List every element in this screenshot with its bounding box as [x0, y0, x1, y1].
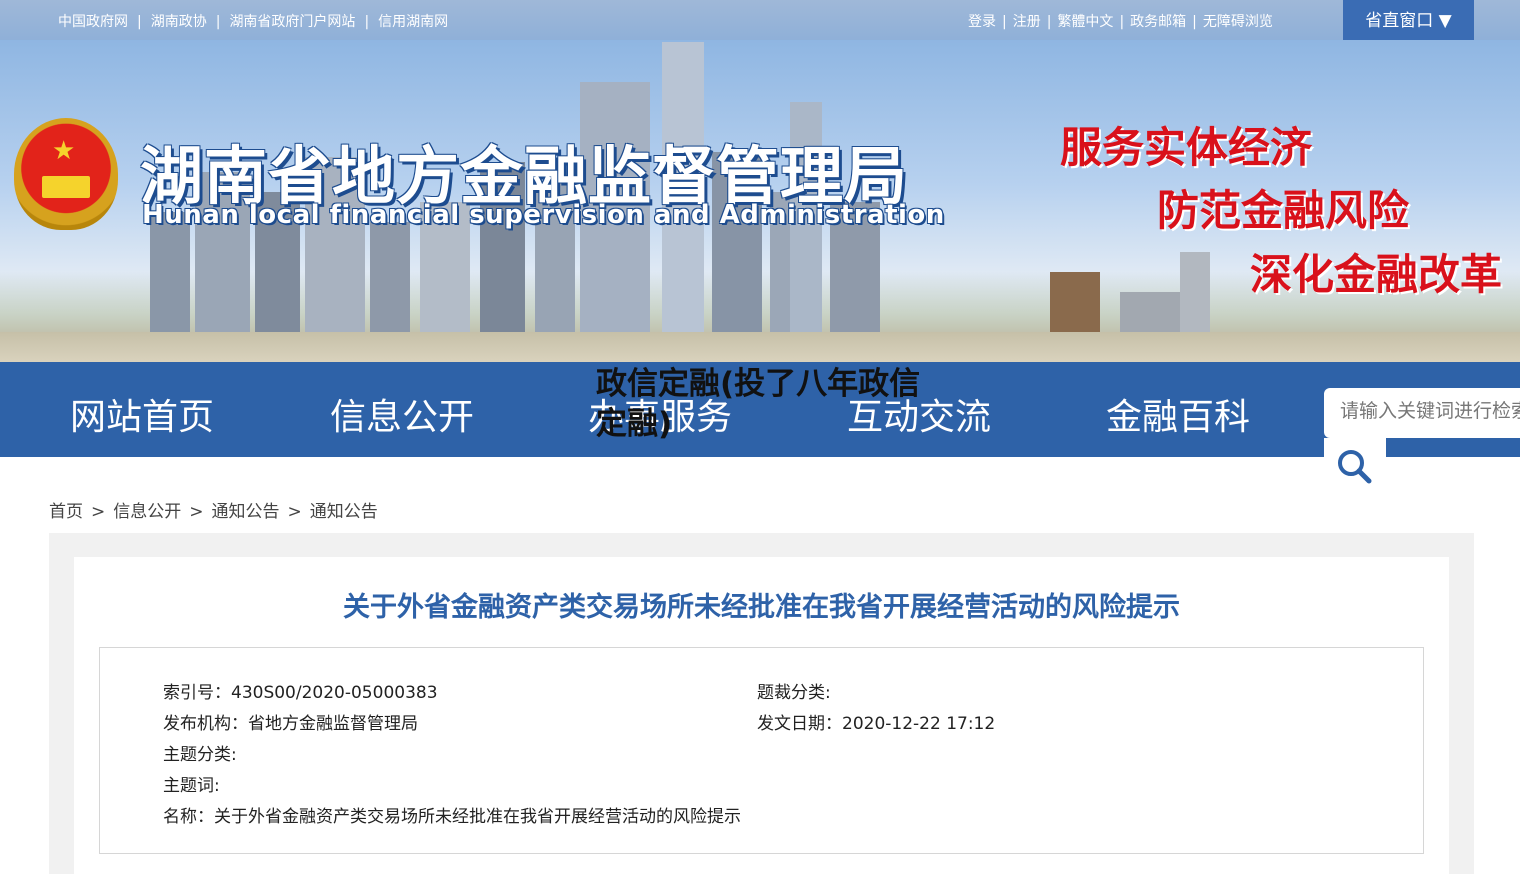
- national-emblem-icon: ★: [14, 118, 118, 230]
- link-credit-hunan[interactable]: 信用湖南网: [378, 14, 448, 30]
- search-input[interactable]: [1340, 400, 1520, 422]
- nav-item-info-disclosure[interactable]: 信息公开: [330, 388, 474, 440]
- top-utility-bar: 中国政府网 | 湖南政协 | 湖南省政府门户网站 | 信用湖南网 登录 | 注册 | 繁體中文 | 政务…: [0, 0, 1520, 41]
- traditional-chinese-link[interactable]: 繁體中文: [1057, 14, 1113, 30]
- accessibility-link[interactable]: 无障碍浏览: [1203, 14, 1273, 30]
- skyline-building: [1120, 292, 1180, 332]
- breadcrumb-separator: >: [287, 502, 302, 522]
- separator: |: [1119, 14, 1125, 30]
- header-banner: ★ 湖南省地方金融监督管理局 Hunan local financial sup…: [0, 40, 1520, 362]
- link-gov-cn[interactable]: 中国政府网: [58, 14, 128, 30]
- article-title: 关于外省金融资产类交易场所未经批准在我省开展经营活动的风险提示: [343, 592, 1180, 623]
- register-link[interactable]: 注册: [1013, 14, 1041, 30]
- meta-index-no: 索引号：430S00/2020-05000383: [163, 683, 438, 703]
- login-link[interactable]: 登录: [968, 14, 996, 30]
- separator: |: [1046, 14, 1052, 30]
- skyline-building: [150, 212, 190, 332]
- overlay-title: 政信定融(投了八年政信定融): [596, 366, 921, 442]
- meta-genre: 题裁分类:: [757, 683, 831, 703]
- separator: |: [364, 14, 370, 30]
- site-subtitle: Hunan local financial supervision and Ad…: [142, 200, 945, 230]
- search-button[interactable]: [1324, 438, 1386, 492]
- slogan-2: 防范金融风险: [1157, 186, 1410, 235]
- meta-keywords: 主题词:: [163, 776, 220, 796]
- skyline-building: [1180, 252, 1210, 332]
- province-window-dropdown[interactable]: 省直窗口 ▼: [1343, 0, 1474, 41]
- separator: |: [215, 14, 221, 30]
- meta-issue-date: 发文日期：2020-12-22 17:12: [757, 714, 996, 734]
- separator: |: [1002, 14, 1007, 30]
- gov-mail-link[interactable]: 政务邮箱: [1130, 14, 1186, 30]
- slogan-3: 深化金融改革: [1250, 250, 1503, 299]
- skyline-building: [370, 222, 410, 332]
- user-links: 登录 | 注册 | 繁體中文 | 政务邮箱 | 无障碍浏览: [968, 11, 1273, 31]
- breadcrumb-separator: >: [189, 502, 204, 522]
- separator: |: [137, 14, 142, 30]
- meta-topic-category: 主题分类:: [163, 745, 237, 765]
- slogan-1: 服务实体经济: [1060, 123, 1313, 172]
- link-hunan-cppcc[interactable]: 湖南政协: [151, 14, 207, 30]
- breadcrumb-info-disclosure[interactable]: 信息公开: [113, 502, 181, 522]
- nav-item-finance-wiki[interactable]: 金融百科: [1106, 388, 1250, 440]
- link-hunan-portal[interactable]: 湖南省政府门户网站: [229, 14, 355, 30]
- meta-name: 名称：关于外省金融资产类交易场所未经批准在我省开展经营活动的风险提示: [163, 807, 741, 827]
- breadcrumb-separator: >: [91, 502, 106, 522]
- meta-publisher: 发布机构：省地方金融监督管理局: [163, 714, 418, 734]
- breadcrumb-current[interactable]: 通知公告: [310, 502, 378, 522]
- skyline-building: [1050, 272, 1100, 332]
- breadcrumb-home[interactable]: 首页: [49, 502, 83, 522]
- search-icon: [1338, 450, 1372, 484]
- river: [0, 332, 1520, 362]
- separator: |: [1192, 14, 1197, 30]
- external-links: 中国政府网 | 湖南政协 | 湖南省政府门户网站 | 信用湖南网: [58, 11, 448, 31]
- search-box: [1324, 388, 1520, 438]
- nav-item-home[interactable]: 网站首页: [70, 388, 214, 440]
- breadcrumb: 首页 > 信息公开 > 通知公告 > 通知公告: [49, 497, 378, 522]
- breadcrumb-notices[interactable]: 通知公告: [212, 502, 280, 522]
